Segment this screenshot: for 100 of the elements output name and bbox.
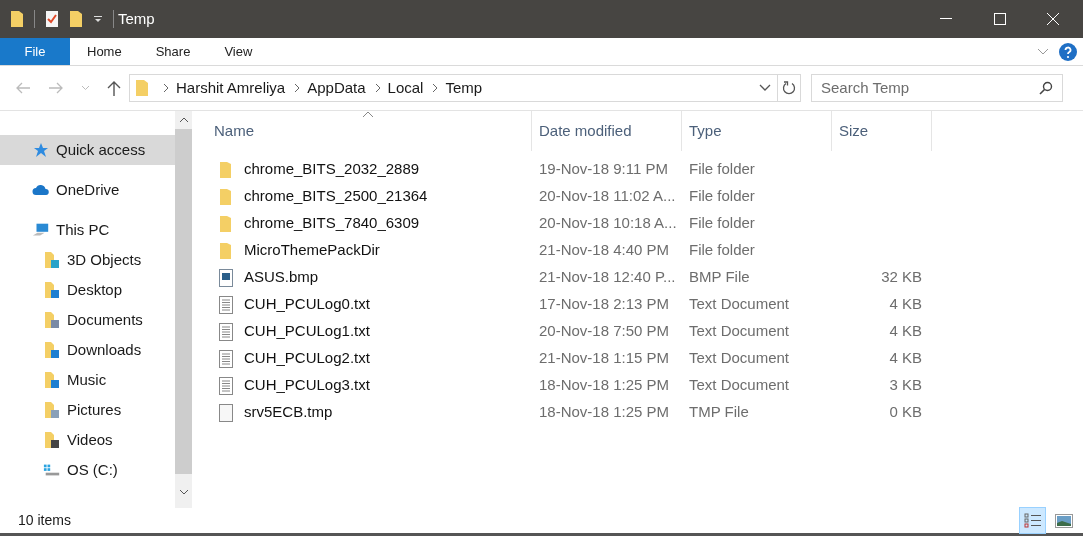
cloud-icon: [32, 184, 50, 196]
folder-icon: [43, 341, 61, 359]
nav-item[interactable]: OS (C:): [0, 455, 175, 485]
file-size: 4 KB: [889, 295, 922, 313]
nav-label: This PC: [56, 219, 110, 240]
column-header[interactable]: Date modified: [532, 111, 682, 151]
blank-file-icon: [219, 403, 233, 422]
ribbon-tab[interactable]: View: [207, 38, 270, 65]
ribbon-tab[interactable]: Share: [138, 38, 208, 65]
file-date: 17-Nov-18 2:13 PM: [539, 295, 670, 313]
drive-icon: [43, 462, 61, 478]
scroll-up-icon[interactable]: [178, 117, 189, 123]
chevron-down-icon[interactable]: [759, 84, 771, 92]
file-name[interactable]: chrome_BITS_7840_6309: [244, 212, 420, 235]
properties-icon[interactable]: [45, 10, 59, 28]
folder-icon: [219, 187, 233, 206]
window-title: Temp: [118, 8, 155, 29]
text-file-icon: [219, 322, 233, 341]
file-date: 18-Nov-18 1:25 PM: [539, 403, 670, 421]
nav-item[interactable]: Pictures: [0, 395, 175, 425]
nav-item[interactable]: OneDrive: [0, 175, 175, 205]
ribbon-tab[interactable]: File: [0, 38, 70, 65]
details-view-button[interactable]: [1019, 507, 1046, 534]
column-header[interactable]: Name: [214, 111, 532, 151]
ribbon-tab[interactable]: Home: [70, 38, 139, 65]
folder-icon: [219, 241, 233, 260]
file-name[interactable]: srv5ECB.tmp: [244, 401, 333, 424]
nav-item[interactable]: Videos: [0, 425, 175, 455]
breadcrumb-item[interactable]: AppData: [306, 76, 367, 100]
nav-item[interactable]: Quick access: [0, 135, 175, 165]
help-icon[interactable]: [1059, 42, 1077, 61]
folder-icon: [43, 401, 61, 419]
close-icon: [1047, 13, 1059, 25]
scroll-down-icon[interactable]: [178, 489, 189, 495]
nav-label: OneDrive: [56, 179, 120, 200]
dropdown-icon[interactable]: [93, 14, 103, 24]
nav-label: 3D Objects: [67, 249, 142, 270]
nav-label: Documents: [67, 309, 143, 330]
file-name[interactable]: ASUS.bmp: [244, 266, 319, 289]
search-icon: [1039, 81, 1053, 95]
chevron-right-icon: [294, 83, 301, 93]
folder-icon: [43, 431, 61, 449]
chevron-right-icon: [163, 83, 169, 93]
nav-item[interactable]: 3D Objects: [0, 245, 175, 275]
file-name[interactable]: CUH_PCULog2.txt: [244, 347, 370, 370]
file-type: Text Document: [689, 295, 790, 313]
details-list-icon: [1023, 512, 1042, 529]
folder-icon: [219, 214, 233, 233]
file-date: 20-Nov-18 7:50 PM: [539, 322, 670, 340]
file-type: Text Document: [689, 376, 790, 394]
file-name[interactable]: MicroThemePackDir: [244, 239, 380, 262]
nav-item[interactable]: This PC: [0, 215, 175, 245]
image-file-icon: [219, 268, 233, 287]
file-type: Text Document: [689, 322, 790, 340]
folder-icon: [43, 311, 61, 329]
maximize-icon: [994, 13, 1006, 25]
file-size: 3 KB: [889, 376, 922, 394]
search-input[interactable]: Search Temp: [821, 76, 1039, 100]
refresh-icon[interactable]: [782, 81, 796, 95]
file-size: 0 KB: [889, 403, 922, 421]
nav-label: Desktop: [67, 279, 123, 300]
file-type: Text Document: [689, 349, 790, 367]
nav-label: OS (C:): [67, 459, 118, 480]
text-file-icon: [219, 349, 233, 368]
nav-label: Videos: [67, 429, 113, 450]
nav-label: Pictures: [67, 399, 122, 420]
nav-label: Music: [67, 369, 107, 390]
file-name[interactable]: chrome_BITS_2500_21364: [244, 185, 428, 208]
file-name[interactable]: CUH_PCULog3.txt: [244, 374, 370, 397]
breadcrumb-item[interactable]: Temp: [444, 76, 484, 100]
file-name[interactable]: CUH_PCULog0.txt: [244, 293, 370, 316]
folder-icon: [219, 160, 233, 179]
text-file-icon: [219, 295, 233, 314]
file-size: 32 KB: [881, 268, 922, 286]
chevron-right-icon: [432, 83, 439, 93]
folder-icon[interactable]: [69, 10, 83, 28]
search-field[interactable]: Search Temp: [811, 74, 1063, 102]
file-name[interactable]: CUH_PCULog1.txt: [244, 320, 370, 343]
nav-item[interactable]: Music: [0, 365, 175, 395]
folder-icon: [43, 371, 61, 389]
column-header[interactable]: Size: [832, 111, 932, 151]
breadcrumb-item[interactable]: Local: [386, 76, 425, 100]
nav-item[interactable]: Downloads: [0, 335, 175, 365]
file-name[interactable]: chrome_BITS_2032_2889: [244, 158, 420, 181]
file-date: 20-Nov-18 11:02 A...: [539, 187, 676, 205]
folder-icon: [43, 251, 61, 269]
folder-icon[interactable]: [10, 10, 24, 28]
nav-item[interactable]: Documents: [0, 305, 175, 335]
up-arrow-icon[interactable]: [107, 80, 121, 96]
star-icon: [32, 142, 50, 158]
file-date: 21-Nov-18 12:40 P...: [539, 268, 676, 286]
file-type: File folder: [689, 160, 755, 178]
column-header[interactable]: Type: [682, 111, 832, 151]
breadcrumb-item[interactable]: Harshit Amreliya: [175, 76, 287, 100]
folder-icon: [43, 281, 61, 299]
address-bar[interactable]: Harshit Amreliya AppData Local Temp: [129, 74, 801, 102]
computer-icon: [32, 222, 50, 238]
chevron-right-icon: [374, 83, 381, 93]
item-count: 10 items: [17, 511, 71, 530]
nav-item[interactable]: Desktop: [0, 275, 175, 305]
